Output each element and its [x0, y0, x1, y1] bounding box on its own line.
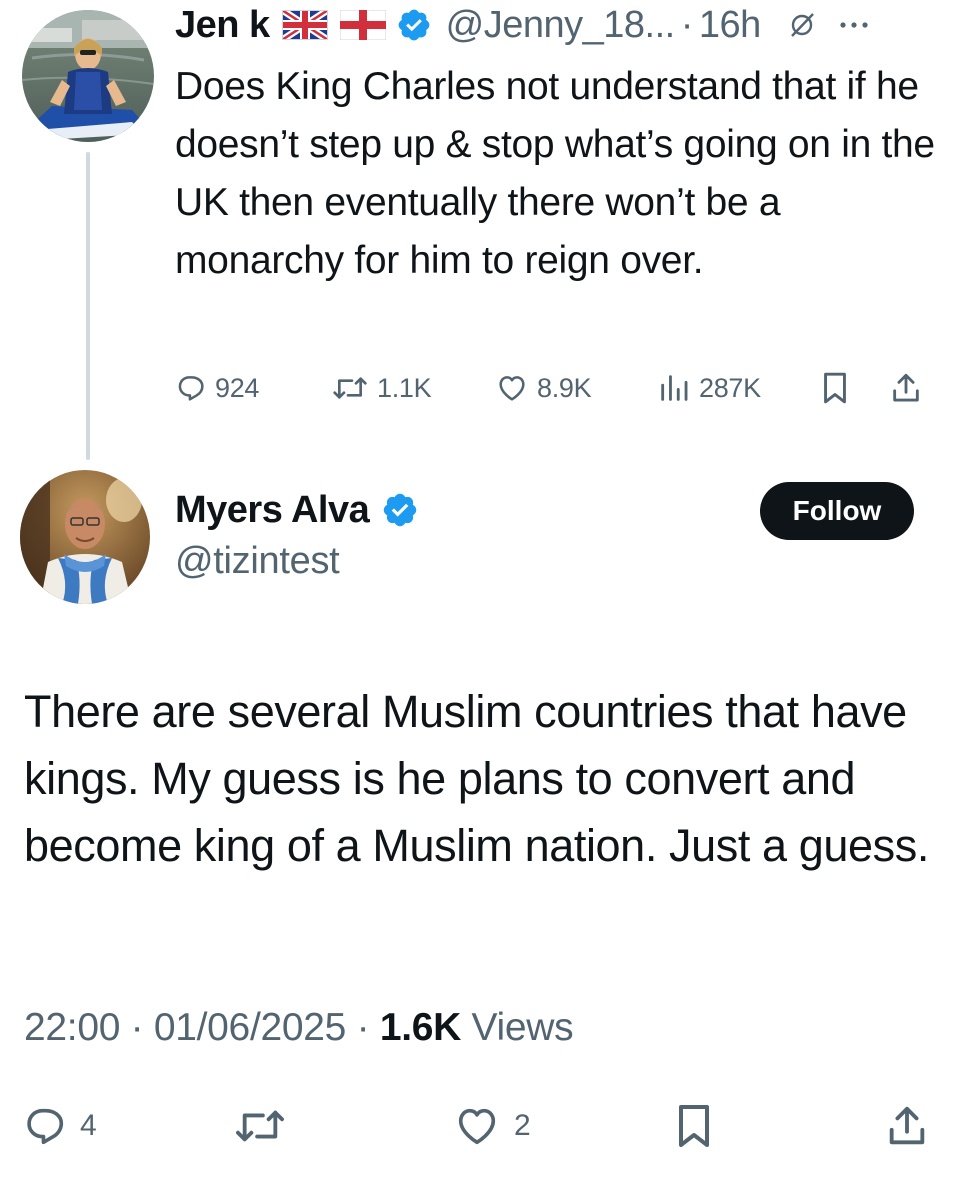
parent-tweet-header: Jen k @Jenny_18... · 16h	[175, 0, 869, 50]
bookmark-icon	[679, 1105, 709, 1147]
reply-author-row: Myers Alva	[175, 484, 419, 536]
parent-reply-button[interactable]: 924	[175, 364, 259, 412]
reply-views-count[interactable]: 1.6K	[380, 1006, 461, 1049]
repost-icon	[236, 1110, 284, 1142]
reply-action-bar: 4 2	[0, 1096, 955, 1156]
reply-author-name[interactable]: Myers Alva	[175, 489, 370, 532]
reply-repost-button[interactable]	[232, 1096, 288, 1156]
heart-icon	[499, 376, 525, 401]
thread-connector-line	[86, 152, 90, 460]
parent-author-name[interactable]: Jen k	[175, 4, 270, 47]
heart-icon	[458, 1108, 496, 1145]
parent-bookmark-button[interactable]	[819, 364, 851, 412]
parent-repost-button[interactable]: 1.1K	[331, 364, 432, 412]
reply-author-handle[interactable]: @tizintest	[175, 540, 340, 583]
reply-like-button[interactable]: 2	[452, 1096, 531, 1156]
reply-reply-count: 4	[80, 1109, 97, 1142]
uk-flag-icon	[279, 7, 330, 43]
analytics-icon	[661, 375, 688, 401]
reply-views-label: Views	[461, 1006, 574, 1049]
reply-avatar[interactable]	[20, 470, 150, 604]
reply-icon	[27, 1108, 64, 1145]
parent-like-count: 8.9K	[537, 372, 592, 403]
separator-dot: ·	[680, 3, 694, 46]
share-icon	[889, 1106, 925, 1145]
england-flag-icon	[339, 9, 387, 41]
parent-views-button[interactable]: 287K	[657, 364, 761, 412]
parent-views-count: 287K	[699, 372, 761, 403]
reply-bookmark-button[interactable]	[672, 1096, 716, 1156]
parent-tweet-text: Does King Charles not understand that if…	[175, 65, 935, 282]
reply-reply-button[interactable]: 4	[22, 1096, 97, 1156]
bookmark-icon	[824, 372, 846, 404]
parent-action-bar: 924 1.1K 8.9K 287K	[175, 364, 935, 412]
follow-button[interactable]: Follow	[760, 482, 914, 540]
reply-share-button[interactable]	[884, 1096, 930, 1156]
reply-like-count: 2	[514, 1109, 531, 1142]
parent-reply-count: 924	[215, 372, 260, 403]
reply-icon	[178, 376, 204, 401]
parent-timestamp[interactable]: 16h	[699, 4, 761, 47]
verified-badge-icon	[396, 7, 432, 43]
verified-badge-icon	[381, 491, 419, 529]
share-icon	[893, 373, 919, 402]
parent-like-button[interactable]: 8.9K	[495, 364, 592, 412]
parent-author-handle[interactable]: @Jenny_18...	[446, 4, 676, 47]
repost-icon	[333, 377, 367, 399]
reply-meta: 22:00 · 01/06/2025 · 1.6K Views	[24, 1006, 574, 1050]
parent-share-button[interactable]	[889, 364, 923, 412]
parent-repost-count: 1.1K	[377, 372, 432, 403]
more-options-icon[interactable]	[839, 20, 869, 30]
reply-tweet-text: There are several Muslim countries that …	[24, 686, 929, 871]
parent-avatar[interactable]	[22, 10, 154, 142]
edited-indicator-icon	[787, 10, 817, 40]
reply-timestamp[interactable]: 22:00 · 01/06/2025 ·	[24, 1006, 380, 1049]
